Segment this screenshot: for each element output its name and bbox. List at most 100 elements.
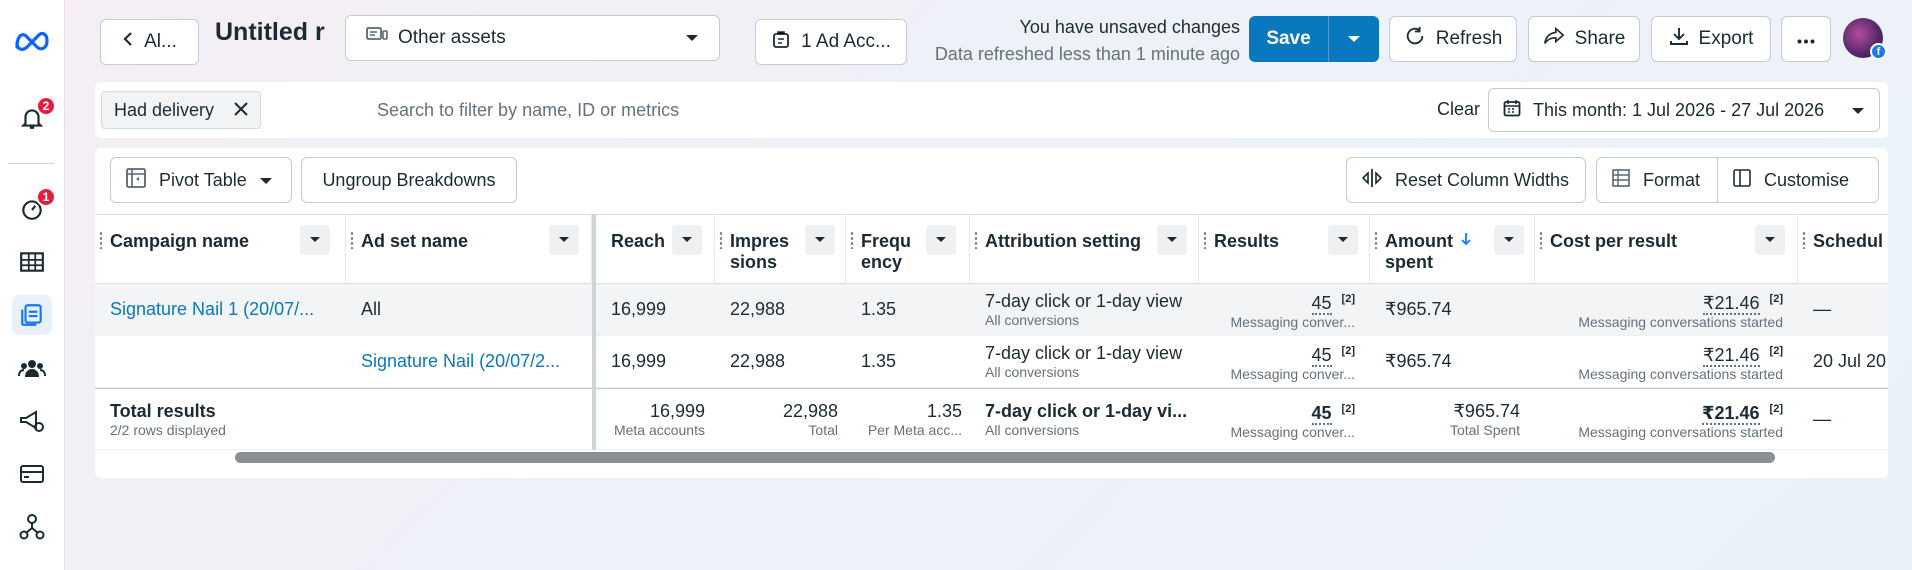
table-row-1-schedule: — (1798, 284, 1888, 336)
column-menu-button[interactable] (926, 225, 956, 255)
total-results-value[interactable]: 45 (1311, 402, 1332, 425)
share-button[interactable]: Share (1528, 16, 1640, 62)
frozen-columns-divider[interactable] (592, 214, 596, 450)
drag-handle-icon[interactable] (1802, 231, 1806, 249)
save-options-dropdown[interactable] (1329, 16, 1379, 62)
impressions-value: 22,988 (730, 351, 786, 371)
table-row-2-adset[interactable]: Signature Nail (20/07/2... (346, 336, 592, 388)
column-header-frequency[interactable]: Frequ ency (846, 214, 970, 284)
meta-logo-icon[interactable] (12, 20, 52, 60)
column-header-attribution-setting[interactable]: Attribution setting (970, 214, 1199, 284)
sort-descending-arrow-icon[interactable] (1460, 231, 1472, 252)
clear-filters-button[interactable]: Clear (1437, 99, 1480, 120)
totals-schedule: — (1798, 388, 1888, 450)
column-header-impressions[interactable]: Impres sions (715, 214, 846, 284)
profile-avatar[interactable]: f (1843, 18, 1887, 60)
date-range-picker[interactable]: This month: 1 Jul 2026 - 27 Jul 2026 (1488, 88, 1880, 132)
cost-per-result-value[interactable]: ₹21.46 (1703, 345, 1760, 367)
results-footnote: [2] (1341, 293, 1355, 305)
table-row-1-attribution: 7-day click or 1-day view All conversion… (970, 284, 1199, 336)
column-header-ad-set-name[interactable]: Ad set name (346, 214, 592, 284)
drag-handle-icon[interactable] (1539, 231, 1543, 249)
campaign-megaphone-icon[interactable] (12, 401, 52, 441)
column-header-cost-per-result[interactable]: Cost per result (1535, 214, 1798, 284)
refresh-icon (1404, 25, 1426, 53)
close-icon[interactable] (234, 100, 248, 121)
column-header-campaign-name[interactable]: Campaign name (95, 214, 346, 284)
results-value[interactable]: 45 (1311, 345, 1332, 367)
rows-displayed-text: 2/2 rows displayed (110, 421, 226, 438)
save-button-group: Save (1249, 16, 1379, 62)
export-button[interactable]: Export (1651, 16, 1771, 62)
table-row-2-results: 45 [2] Messaging conver... (1199, 336, 1370, 388)
cost-per-result-value[interactable]: ₹21.46 (1703, 293, 1760, 315)
column-header-schedule[interactable]: Schedul (1798, 214, 1888, 284)
campaign-name-link[interactable]: Signature Nail 1 (20/07/... (110, 299, 331, 320)
customise-button[interactable]: Customise (1717, 157, 1879, 203)
asset-select-value: Other assets (398, 27, 506, 48)
calendar-icon (1503, 99, 1521, 122)
drag-handle-icon[interactable] (1374, 231, 1378, 249)
amount-spent-value: ₹965.74 (1385, 351, 1452, 371)
reset-column-widths-button[interactable]: Reset Column Widths (1346, 157, 1586, 203)
drag-handle-icon[interactable] (350, 231, 354, 249)
horizontal-scrollbar[interactable] (235, 452, 1775, 463)
filter-chip-had-delivery[interactable]: Had delivery (101, 91, 261, 129)
ungroup-breakdowns-button[interactable]: Ungroup Breakdowns (301, 157, 517, 203)
drag-handle-icon[interactable] (1203, 231, 1207, 249)
alerts-gauge-icon[interactable]: 1 (12, 187, 56, 229)
column-header-amount-spent[interactable]: Amount spent (1370, 214, 1535, 284)
format-button[interactable]: Format (1596, 157, 1718, 203)
notifications-bell-icon[interactable]: 2 (12, 96, 56, 138)
total-impressions-subtext: Total (808, 421, 838, 438)
more-options-button[interactable] (1781, 16, 1831, 62)
column-menu-button[interactable] (1755, 225, 1785, 255)
audiences-people-icon[interactable] (12, 348, 52, 388)
column-header-results[interactable]: Results (1199, 214, 1370, 284)
results-subtext: Messaging conver... (1230, 314, 1355, 330)
total-reach-value: 16,999 (649, 400, 705, 421)
billing-card-icon[interactable] (12, 454, 52, 494)
back-button[interactable]: Al... (100, 19, 199, 65)
table-row-2-frequency: 1.35 (846, 336, 970, 388)
drag-handle-icon[interactable] (974, 231, 978, 249)
results-subtext: Messaging conver... (1230, 366, 1355, 382)
refresh-button[interactable]: Refresh (1389, 16, 1517, 62)
column-menu-button[interactable] (549, 225, 579, 255)
total-cost-per-result-value[interactable]: ₹21.46 (1701, 402, 1760, 425)
column-menu-button[interactable] (1157, 225, 1187, 255)
ad-set-name: All (361, 299, 382, 319)
ad-set-name-link[interactable]: Signature Nail (20/07/2... (361, 351, 577, 372)
totals-label-cell: Total results 2/2 rows displayed (95, 388, 592, 450)
save-status: You have unsaved changes Data refreshed … (935, 14, 1240, 68)
cost-per-result-footnote: [2] (1769, 293, 1783, 305)
ad-account-icon (771, 29, 791, 55)
drag-handle-icon[interactable] (850, 231, 854, 249)
pivot-table-dropdown[interactable]: Pivot Table (110, 157, 292, 203)
drag-handle-icon[interactable] (99, 231, 103, 249)
reach-value: 16,999 (611, 351, 667, 371)
format-grid-icon (1611, 168, 1631, 193)
search-input[interactable] (377, 92, 1077, 128)
column-menu-button[interactable] (805, 225, 835, 255)
reports-icon[interactable] (12, 295, 52, 335)
column-menu-button[interactable] (672, 225, 702, 255)
table-grid-icon[interactable] (12, 242, 52, 282)
column-menu-button[interactable] (1328, 225, 1358, 255)
ad-account-button[interactable]: 1 Ad Acc... (755, 19, 907, 65)
drag-handle-icon[interactable] (719, 231, 723, 249)
totals-attribution: 7-day click or 1-day vi... All conversio… (970, 388, 1199, 450)
report-title[interactable]: Untitled r (215, 18, 330, 47)
column-header-reach[interactable]: Reach (596, 214, 715, 284)
asset-select[interactable]: Other assets (345, 15, 720, 61)
column-menu-button[interactable] (300, 225, 330, 255)
column-menu-button[interactable] (1494, 225, 1524, 255)
table-row-1-campaign[interactable]: Signature Nail 1 (20/07/... (95, 284, 346, 336)
chevron-down-icon (559, 237, 569, 242)
column-header-label: Schedul (1813, 231, 1884, 251)
save-button[interactable]: Save (1249, 16, 1329, 62)
chevron-down-icon (259, 170, 273, 191)
frequency-value: 1.35 (861, 299, 897, 319)
business-network-icon[interactable] (12, 507, 52, 547)
results-value[interactable]: 45 (1311, 293, 1332, 315)
